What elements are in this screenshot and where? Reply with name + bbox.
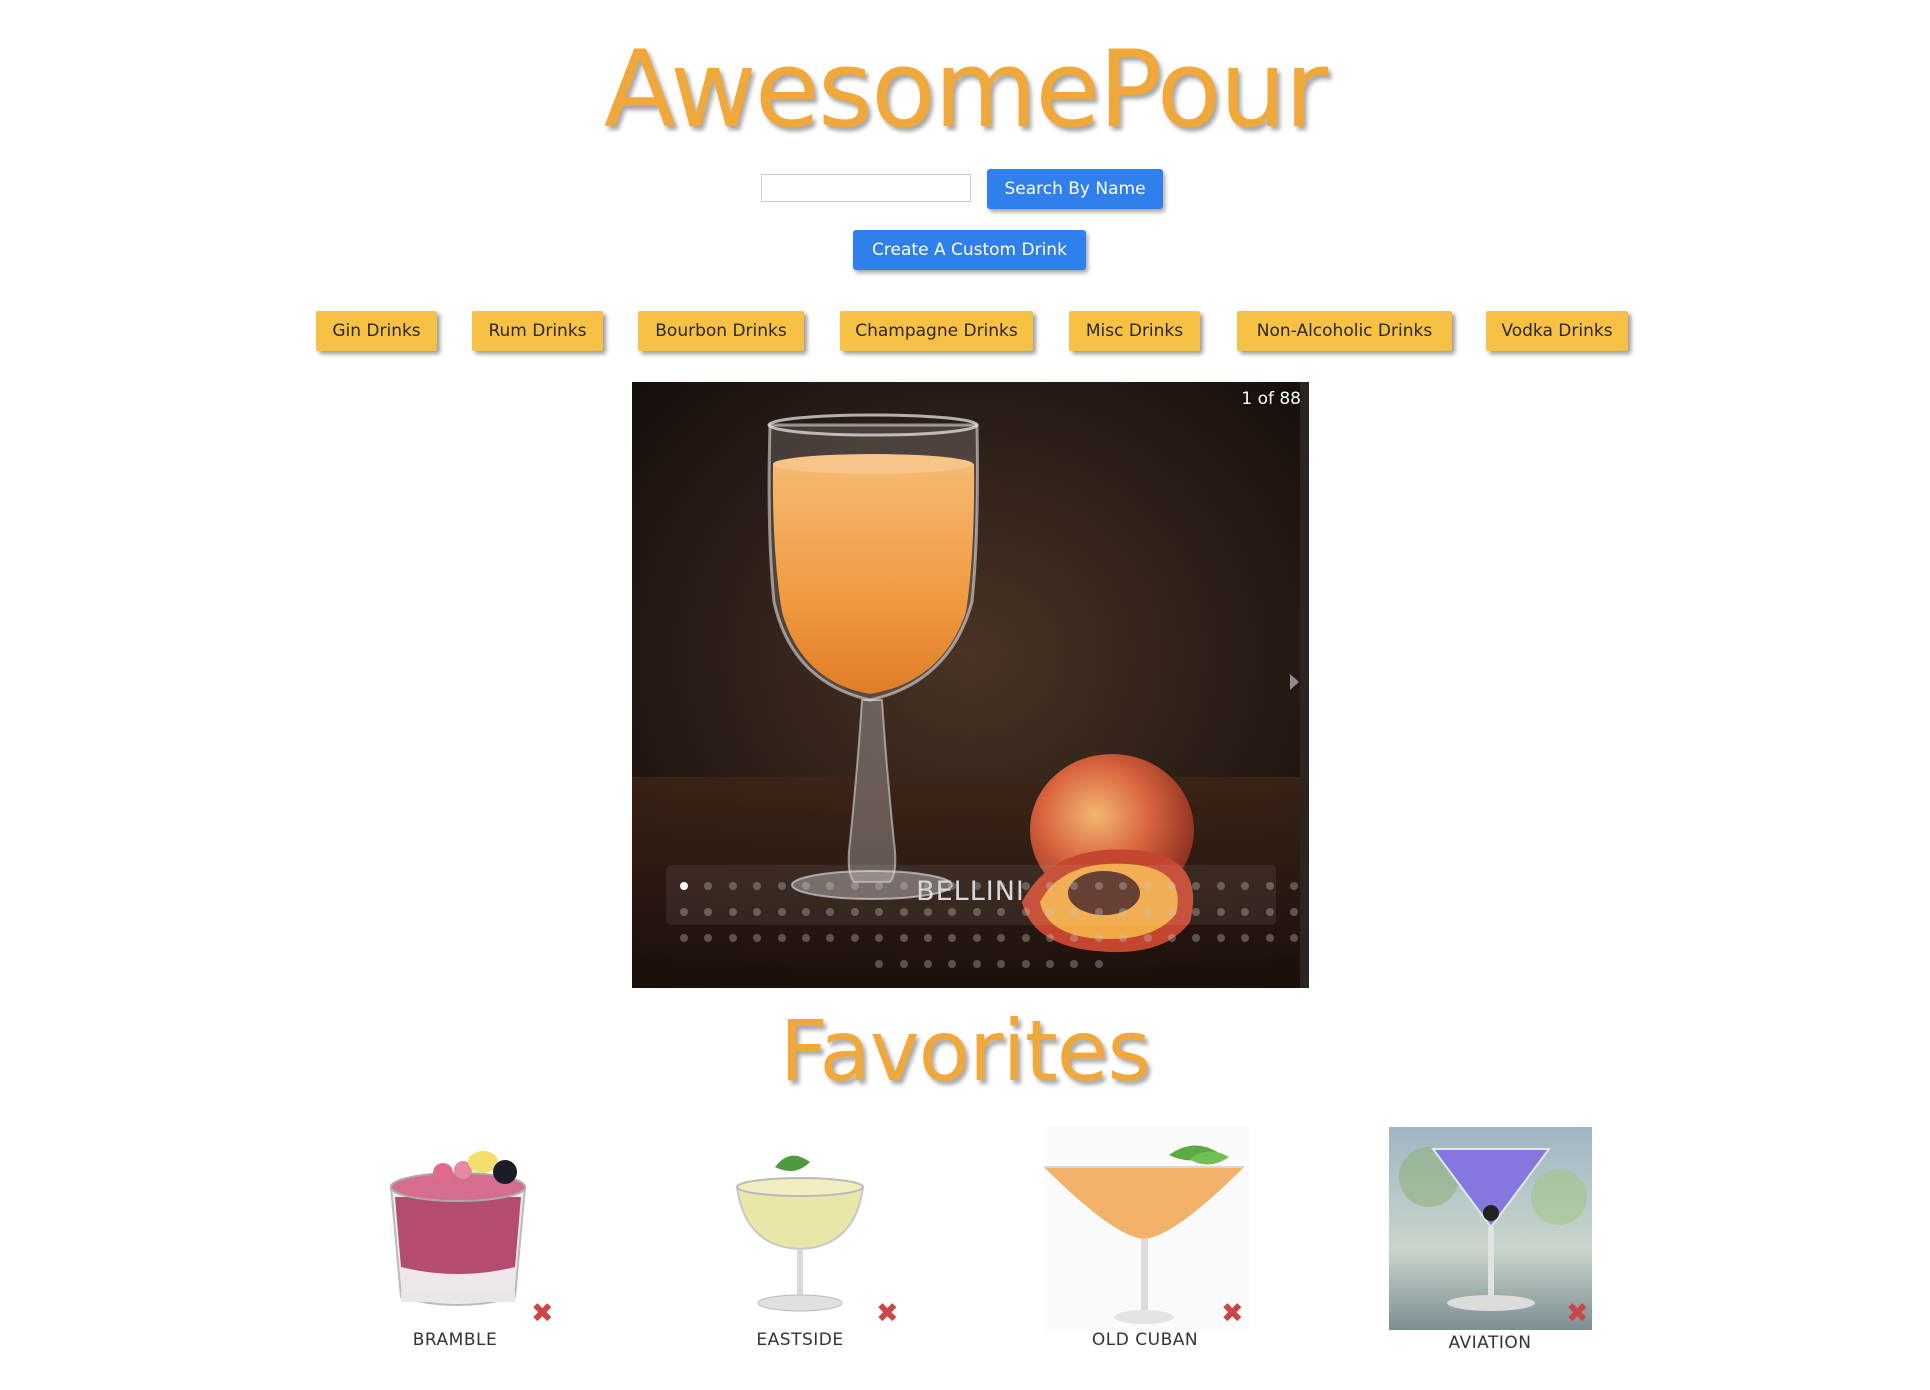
favorite-name: AVIATION xyxy=(1448,1333,1532,1353)
close-x-icon[interactable]: ✖ xyxy=(876,1300,899,1327)
slide-dot[interactable] xyxy=(972,960,981,968)
slide-dot[interactable] xyxy=(1143,908,1152,916)
slide-dot[interactable] xyxy=(1290,882,1298,890)
slide-dot[interactable] xyxy=(1265,882,1274,890)
slide-dot[interactable] xyxy=(924,934,932,942)
drink-image[interactable] xyxy=(725,1127,875,1317)
slide-dot[interactable] xyxy=(802,934,810,942)
drink-image[interactable] xyxy=(1389,1127,1592,1330)
favorite-name: BRAMBLE xyxy=(412,1330,498,1350)
slide-dot[interactable] xyxy=(924,908,932,916)
slide-dot[interactable] xyxy=(1094,934,1103,942)
slide-dot[interactable] xyxy=(1265,934,1274,942)
drink-image[interactable] xyxy=(1044,1127,1249,1332)
slide-dot[interactable] xyxy=(1021,960,1030,968)
chevron-right-icon[interactable] xyxy=(1290,674,1299,690)
slide-dot[interactable] xyxy=(802,882,810,890)
slide-dot[interactable] xyxy=(1168,908,1176,916)
favorite-name: EASTSIDE xyxy=(756,1330,844,1350)
drink-image[interactable] xyxy=(383,1127,533,1317)
category-buttons: Gin Drinks Rum Drinks Bourbon Drinks Cha… xyxy=(0,311,1930,353)
search-input[interactable] xyxy=(761,174,971,202)
favorite-card: ✖ BRAMBLE xyxy=(350,1127,600,1357)
slide-dot[interactable] xyxy=(1046,882,1054,890)
misc-drinks-button[interactable]: Misc Drinks xyxy=(1069,311,1200,351)
slide-dot[interactable] xyxy=(777,882,786,890)
gin-drinks-button[interactable]: Gin Drinks xyxy=(316,311,437,351)
slide-dot[interactable] xyxy=(1046,934,1054,942)
slide-dot[interactable] xyxy=(899,934,908,942)
slide-dot[interactable] xyxy=(1094,882,1103,890)
slide-dot[interactable] xyxy=(1216,934,1225,942)
slide-dot[interactable] xyxy=(680,908,688,916)
slide-dot[interactable] xyxy=(1290,908,1298,916)
slide-dot[interactable] xyxy=(680,882,688,890)
slide-dot[interactable] xyxy=(1046,908,1054,916)
slide-dot[interactable] xyxy=(972,908,981,916)
slide-dot[interactable] xyxy=(924,960,932,968)
slide-dot[interactable] xyxy=(1168,882,1176,890)
champagne-drinks-button[interactable]: Champagne Drinks xyxy=(840,311,1033,351)
close-x-icon[interactable]: ✖ xyxy=(1221,1300,1244,1327)
slide-caption: BELLINI xyxy=(916,876,1025,907)
favorite-card: ✖ AVIATION xyxy=(1385,1127,1635,1357)
slide-dot[interactable] xyxy=(1143,934,1152,942)
slide-dot[interactable] xyxy=(972,934,981,942)
slide-dot[interactable] xyxy=(1094,908,1103,916)
slide-dot[interactable] xyxy=(850,934,859,942)
close-x-icon[interactable]: ✖ xyxy=(1566,1300,1589,1327)
slide-dot[interactable] xyxy=(728,908,737,916)
slide-counter: 1 of 88 xyxy=(1241,389,1301,409)
slide-dot[interactable] xyxy=(899,960,908,968)
drink-slideshow[interactable]: 1 of 88 BELLINI xyxy=(632,382,1309,988)
slide-dot[interactable] xyxy=(1021,908,1030,916)
non-alcoholic-drinks-button[interactable]: Non-Alcoholic Drinks xyxy=(1237,311,1452,351)
vodka-drinks-button[interactable]: Vodka Drinks xyxy=(1486,311,1628,351)
slide-dot[interactable] xyxy=(1290,934,1298,942)
slide-dot[interactable] xyxy=(1021,882,1030,890)
slide-dot[interactable] xyxy=(1265,908,1274,916)
favorite-name: OLD CUBAN xyxy=(1091,1330,1199,1350)
slide-dot[interactable] xyxy=(1216,882,1225,890)
slide-dot[interactable] xyxy=(680,934,688,942)
slide-dot[interactable] xyxy=(1168,934,1176,942)
slide-dot[interactable] xyxy=(728,934,737,942)
bourbon-drinks-button[interactable]: Bourbon Drinks xyxy=(638,311,804,351)
rum-drinks-button[interactable]: Rum Drinks xyxy=(472,311,603,351)
favorite-card: ✖ OLD CUBAN xyxy=(1040,1127,1290,1357)
slide-dot[interactable] xyxy=(972,882,981,890)
app-title: AwesomePour xyxy=(603,28,1328,151)
slide-dot[interactable] xyxy=(1094,960,1103,968)
favorites-title: Favorites xyxy=(779,1002,1151,1100)
slide-dot[interactable] xyxy=(728,882,737,890)
slide-dot[interactable] xyxy=(899,882,908,890)
slide-dot[interactable] xyxy=(850,882,859,890)
slide-dot[interactable] xyxy=(924,882,932,890)
create-custom-drink-button[interactable]: Create A Custom Drink xyxy=(853,230,1086,270)
slide-dot[interactable] xyxy=(1046,960,1054,968)
slide-dot[interactable] xyxy=(899,908,908,916)
slide-dot[interactable] xyxy=(777,934,786,942)
slide-dot[interactable] xyxy=(1021,934,1030,942)
slide-dot[interactable] xyxy=(777,908,786,916)
slide-dot[interactable] xyxy=(1143,882,1152,890)
close-x-icon[interactable]: ✖ xyxy=(531,1300,554,1327)
search-by-name-button[interactable]: Search By Name xyxy=(987,169,1163,209)
slide-dot[interactable] xyxy=(1216,908,1225,916)
slide-dot[interactable] xyxy=(850,908,859,916)
slide-dot[interactable] xyxy=(802,908,810,916)
favorite-card: ✖ EASTSIDE xyxy=(695,1127,945,1357)
